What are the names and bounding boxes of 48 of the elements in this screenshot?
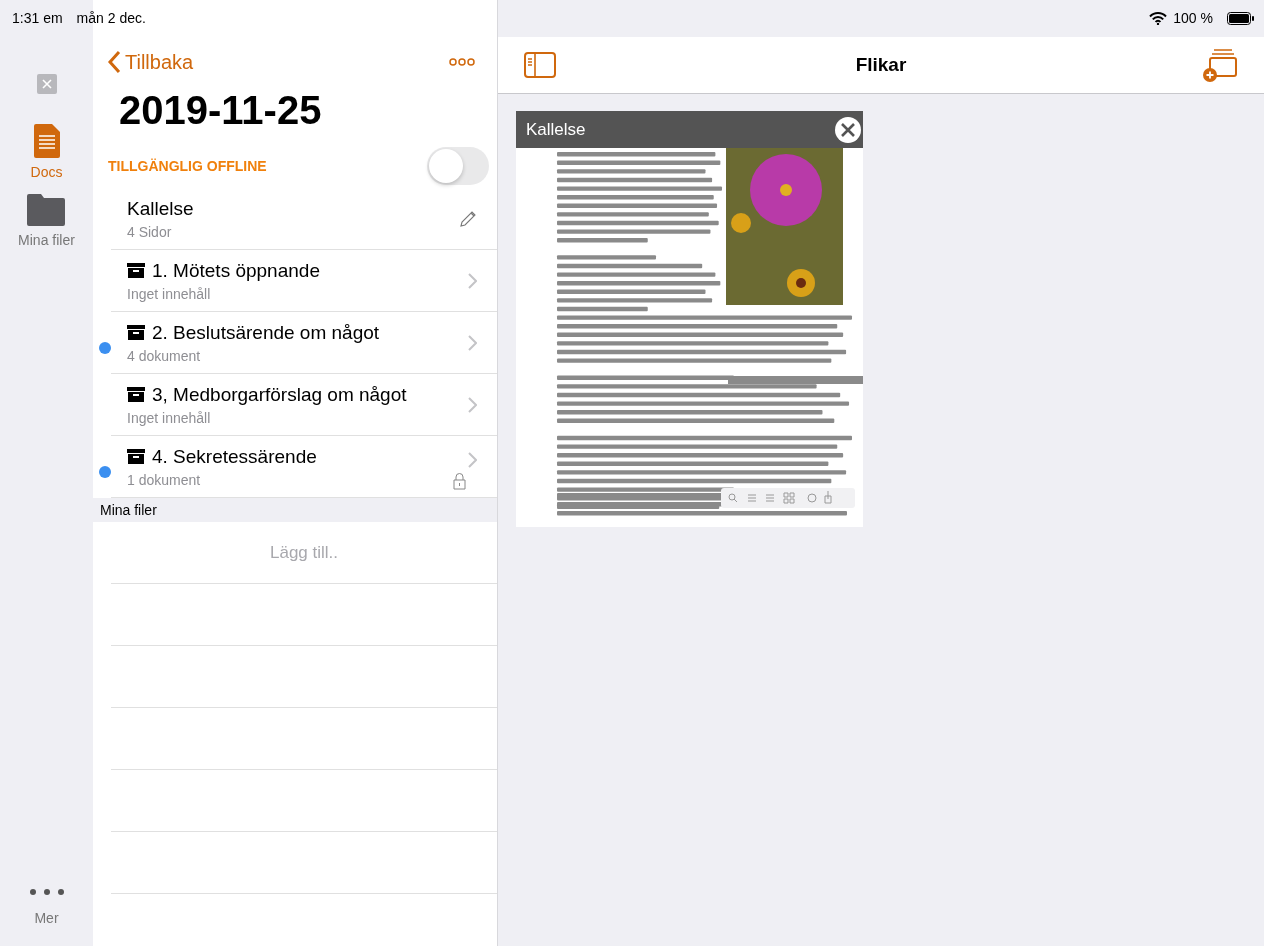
- archive-box-icon: [127, 449, 145, 464]
- row-subtitle: Inget innehåll: [127, 285, 212, 302]
- section-header: Mina filer: [100, 502, 157, 518]
- archive-box-icon: [127, 387, 145, 402]
- sidebar-item[interactable]: Mina filer: [18, 190, 75, 252]
- status-time: 1:31 em: [12, 10, 63, 26]
- row-title: 2. Beslutsärende om något: [152, 321, 380, 344]
- page-title: 2019-11-25: [119, 88, 323, 134]
- chevron-right-icon: [468, 272, 477, 289]
- more-button[interactable]: Mer: [27, 884, 66, 930]
- row-subtitle: 4 dokument: [127, 347, 202, 364]
- chevron-right-icon: [468, 451, 477, 468]
- offline-toggle[interactable]: [427, 147, 489, 185]
- row-title: Kallelse: [127, 197, 194, 220]
- pencil-icon[interactable]: [459, 209, 477, 228]
- sidebar-item-label: Docs: [30, 164, 63, 180]
- row-subtitle: 4 Sidor: [127, 223, 173, 240]
- tab-title: Kallelse: [526, 119, 586, 140]
- more-label: Mer: [34, 910, 59, 926]
- folder-icon: [27, 194, 66, 226]
- close-tab-button[interactable]: [834, 115, 863, 144]
- chevron-left-icon: [107, 50, 121, 74]
- row-subtitle: Inget innehåll: [127, 409, 212, 426]
- archive-box-icon: [127, 263, 145, 278]
- panel-title: Flikar: [854, 54, 908, 76]
- row-title: 1. Mötets öppnande: [152, 259, 320, 282]
- more-options-button[interactable]: [449, 58, 475, 66]
- sidebar-toggle-button[interactable]: [524, 52, 556, 78]
- wifi-icon: [1149, 11, 1168, 25]
- offline-label: TILLGÄNGLIG OFFLINE: [108, 158, 267, 174]
- chevron-right-icon: [468, 396, 477, 413]
- close-icon: [41, 79, 52, 89]
- row-title: 3, Medborgarförslag om något: [152, 383, 407, 406]
- document-icon: [33, 124, 60, 158]
- row-subtitle: 1 dokument: [127, 471, 202, 488]
- status-date: mån 2 dec.: [76, 10, 146, 26]
- row-title: 4. Sekretessärende: [152, 445, 317, 468]
- tab-card[interactable]: Kallelse: [516, 111, 863, 527]
- more-dots-icon: [27, 888, 66, 896]
- battery-percentage: 100 %: [1173, 10, 1213, 26]
- archive-box-icon: [127, 325, 145, 340]
- back-button[interactable]: Tillbaka: [107, 50, 194, 74]
- chevron-right-icon: [468, 334, 477, 351]
- battery-icon: [1227, 11, 1254, 25]
- close-button[interactable]: [36, 74, 57, 94]
- back-label: Tillbaka: [125, 50, 194, 74]
- new-tab-button[interactable]: [1202, 48, 1238, 82]
- sidebar-item-label: Mina filer: [18, 232, 75, 248]
